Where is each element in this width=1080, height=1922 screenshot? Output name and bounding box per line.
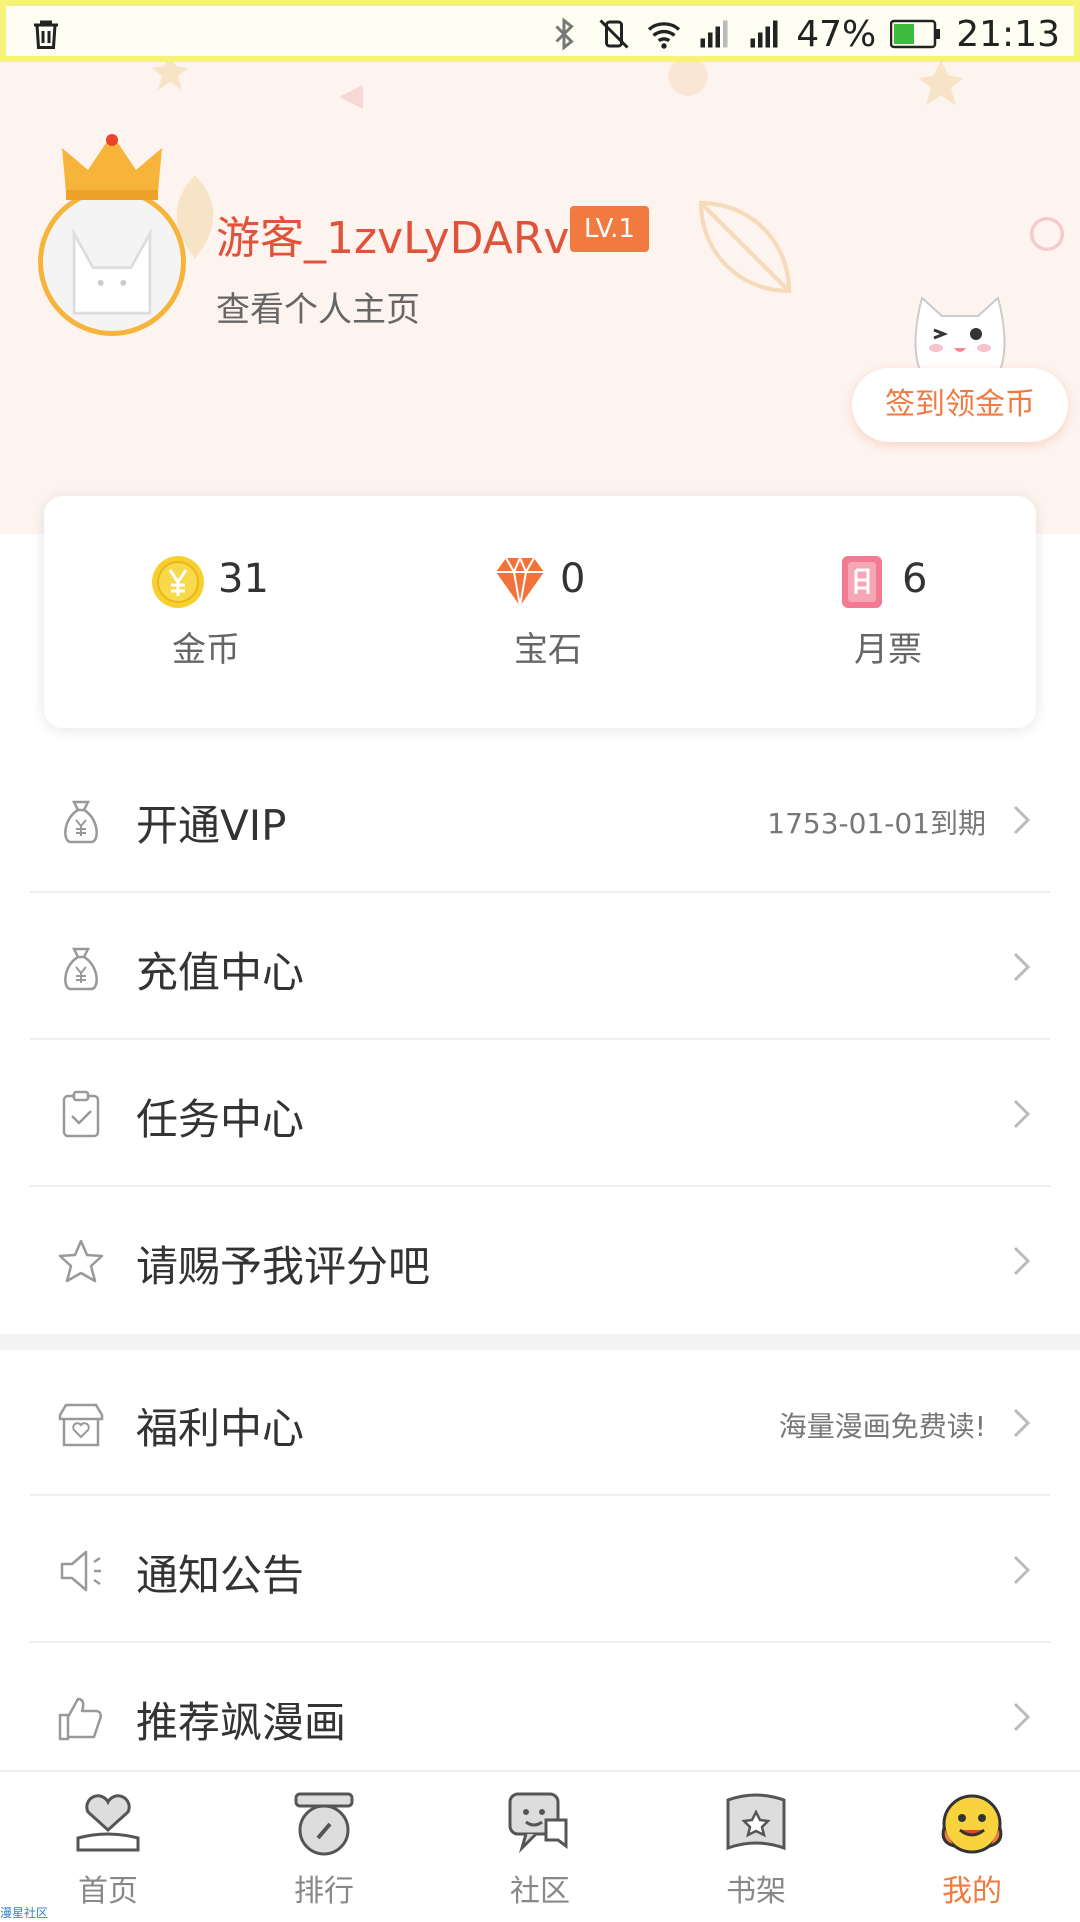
menu-tasks[interactable]: 任务中心 [30,1040,1050,1187]
menu-label: 请赐予我评分吧 [136,1242,431,1291]
money-bag-icon [64,947,98,991]
vip-expiry: 1753-01-01到期 [767,807,986,840]
gem-icon [496,555,544,607]
chevron-right-icon [1013,1408,1031,1438]
menu-label: 推荐飒漫画 [136,1698,347,1747]
chevron-right-icon [1013,1246,1031,1276]
menu-label: 开通VIP [136,801,287,850]
chevron-right-icon [1013,1555,1031,1585]
wifi-icon [648,22,681,49]
menu-label: 充值中心 [136,948,305,997]
stat-monthly-tickets[interactable]: 6 月票 [704,496,1034,728]
trash-icon[interactable] [28,16,64,52]
username[interactable]: 游客_1zvLyDARv [216,202,569,266]
section-divider [0,1334,1080,1350]
welfare-promo: 海量漫画免费读! [778,1410,986,1443]
circle-decoration-icon [1030,217,1064,251]
view-profile-link[interactable]: 查看个人主页 [216,282,420,331]
avatar[interactable] [38,188,186,336]
leaf-decoration-icon [918,62,964,106]
triangle-decoration-icon [339,85,363,109]
clock: 21:13 [956,13,1060,55]
home-heart-icon [76,1794,140,1852]
clipboard-icon [62,1090,100,1138]
leaf-decoration-icon [152,62,188,90]
bunny-avatar-icon [72,228,152,315]
tab-bookshelf[interactable]: 书架 [648,1772,864,1922]
chevron-right-icon [1013,952,1031,982]
gem-count: 0 [560,556,586,602]
tab-label: 社区 [510,1874,570,1909]
tab-ranking[interactable]: 排行 [216,1772,432,1922]
chevron-right-icon [1013,805,1031,835]
crown-icon [62,134,162,200]
bottom-tab-bar: 首页 排行 社区 书架 我的 [0,1770,1080,1920]
level-badge: LV.1 [570,206,649,252]
tab-mine[interactable]: 我的 [864,1772,1080,1922]
shop-icon [58,1403,104,1447]
gold-coin-icon [152,556,204,608]
menu-label: 任务中心 [136,1095,305,1144]
battery-icon [890,19,941,49]
cat-mascot-icon [914,296,1006,371]
signal-icon [700,20,728,48]
ranking-icon [294,1792,354,1856]
status-icons: 47% 21:13 [546,10,1060,58]
tab-label: 书架 [726,1874,786,1909]
tab-community[interactable]: 社区 [432,1772,648,1922]
menu-rate[interactable]: 请赐予我评分吧 [30,1187,1050,1334]
speaker-icon [60,1550,101,1592]
tab-label: 我的 [942,1874,1002,1909]
status-bar: 47% 21:13 [0,0,1080,62]
vibrate-off-icon [599,19,629,49]
monthly-ticket-icon [842,556,882,608]
menu-vip[interactable]: 开通VIP 1753-01-01到期 [30,746,1050,893]
wallet-card: 31 金币 0 宝石 6 月票 [44,496,1036,728]
chevron-right-icon [1013,1099,1031,1129]
battery-percent: 47% [796,13,877,55]
signal-icon [750,20,778,48]
money-bag-icon [64,800,98,844]
menu-notices[interactable]: 通知公告 [30,1496,1050,1643]
leaf-decoration-icon [698,200,792,294]
watermark: 漫星社区 [0,1906,49,1920]
stat-gems[interactable]: 0 宝石 [374,496,704,728]
bluetooth-icon [555,17,574,51]
bookshelf-icon [726,1793,786,1851]
menu-label: 福利中心 [136,1404,305,1453]
menu-label: 通知公告 [136,1551,305,1600]
stat-gold-coins[interactable]: 31 金币 [44,496,374,728]
checkin-button[interactable]: 签到领金币 [852,368,1068,442]
thumbs-up-icon [58,1697,103,1741]
smiley-icon [941,1794,1003,1854]
circle-decoration-icon [668,62,708,96]
gold-coin-count: 31 [218,556,269,602]
menu-recharge[interactable]: 充值中心 [30,893,1050,1040]
tab-label: 排行 [294,1874,354,1909]
star-icon [58,1239,104,1283]
menu-recommend[interactable]: 推荐飒漫画 [30,1643,1050,1790]
monthly-ticket-label: 月票 [854,630,922,670]
chevron-right-icon [1013,1702,1031,1732]
menu-welfare[interactable]: 福利中心 海量漫画免费读! [30,1349,1050,1496]
tab-home[interactable]: 首页 [0,1772,216,1922]
monthly-ticket-count: 6 [902,556,928,602]
community-icon [508,1792,568,1854]
